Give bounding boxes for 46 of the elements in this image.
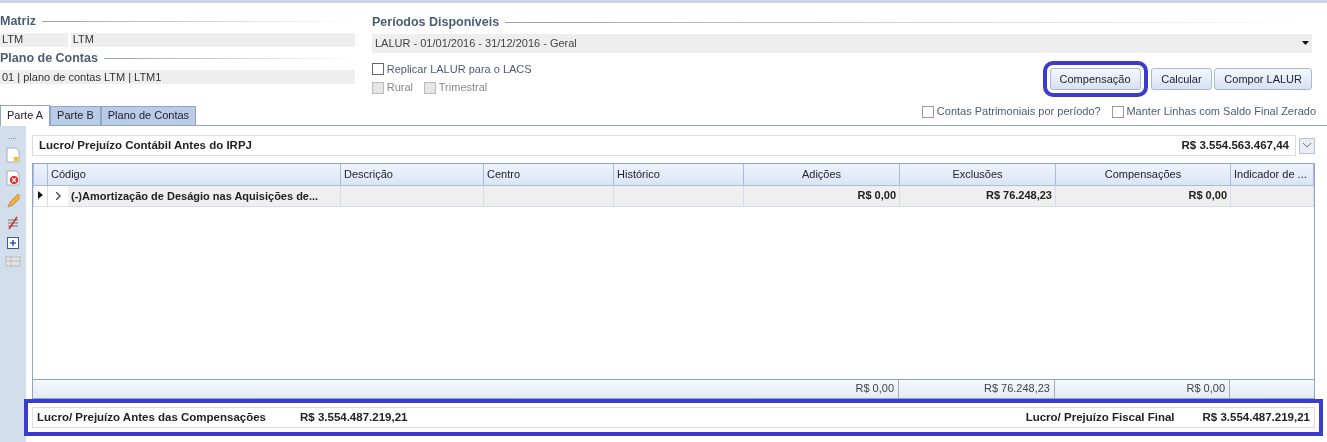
- checkbox[interactable]: [372, 63, 384, 76]
- strikethrough-icon[interactable]: [6, 216, 20, 230]
- text-field[interactable]: 01 | plano de contas LTM | LTM1: [0, 70, 355, 85]
- summary-value: R$ 3.554.563.467,44: [1181, 138, 1289, 153]
- delete-document-icon[interactable]: [6, 170, 20, 186]
- column-header[interactable]: Adições: [743, 164, 900, 185]
- column-header[interactable]: Compensações: [1055, 164, 1231, 185]
- footer-value: R$ 3.554.487.219,21: [1202, 410, 1310, 425]
- footer-label: Lucro/ Prejuízo Antes das Compensações: [37, 410, 266, 425]
- footer-value: R$ 3.554.487.219,21: [300, 410, 408, 425]
- checkbox-label: Rural: [386, 81, 414, 95]
- column-header[interactable]: Código: [47, 164, 341, 185]
- checkbox-label: Replicar LALUR para o LACS: [386, 62, 532, 76]
- total-value: R$ 0,00: [1186, 382, 1225, 396]
- total-value: R$ 0,00: [855, 382, 894, 396]
- tab[interactable]: Parte B: [50, 106, 101, 125]
- expand-button[interactable]: [1299, 137, 1315, 154]
- table-cell: (-)Amortização de Deságio nas Aquisições de...: [68, 186, 340, 205]
- checkbox[interactable]: [922, 105, 935, 118]
- column-header[interactable]: Centro: [483, 164, 614, 185]
- checkbox-label: Contas Patrimoniais por período?: [936, 105, 1101, 119]
- chevron-down-icon: [1303, 143, 1311, 148]
- column-header[interactable]: Indicador de ...: [1230, 164, 1314, 185]
- footer-label: Lucro/ Prejuízo Fiscal Final: [1025, 410, 1175, 425]
- column-header[interactable]: Histórico: [613, 164, 744, 185]
- checkbox[interactable]: [1111, 105, 1124, 118]
- name-field[interactable]: LTM: [70, 32, 355, 47]
- checkbox-label: Trimestral: [438, 81, 488, 95]
- checkbox-label: Manter Linhas com Saldo Final Zerado: [1126, 105, 1316, 119]
- section-label: Plano de Contas: [0, 51, 98, 66]
- dropdown-arrow-icon: [1302, 41, 1309, 46]
- add-icon[interactable]: [7, 237, 19, 249]
- summary-label: Lucro/ Prejuízo Contábil Antes do IRPJ: [39, 138, 252, 153]
- pencil-icon[interactable]: [6, 193, 20, 209]
- tab[interactable]: Plano de Contas: [100, 106, 197, 125]
- period-dropdown[interactable]: LALUR - 01/01/2016 - 31/12/2016 - Geral: [372, 33, 1312, 53]
- column-header[interactable]: Exclusões: [899, 164, 1056, 185]
- action-button[interactable]: Calcular: [1151, 68, 1212, 91]
- new-document-icon[interactable]: [6, 147, 20, 163]
- column-header[interactable]: Descrição: [340, 164, 484, 185]
- section-label: Matriz: [0, 13, 37, 29]
- code-field[interactable]: LTM: [0, 32, 68, 47]
- total-value: R$ 76.248,23: [983, 382, 1050, 396]
- tab[interactable]: Parte A: [0, 105, 51, 126]
- section-label: Períodos Disponíveis: [372, 14, 500, 30]
- action-button[interactable]: Compor LALUR: [1214, 68, 1312, 91]
